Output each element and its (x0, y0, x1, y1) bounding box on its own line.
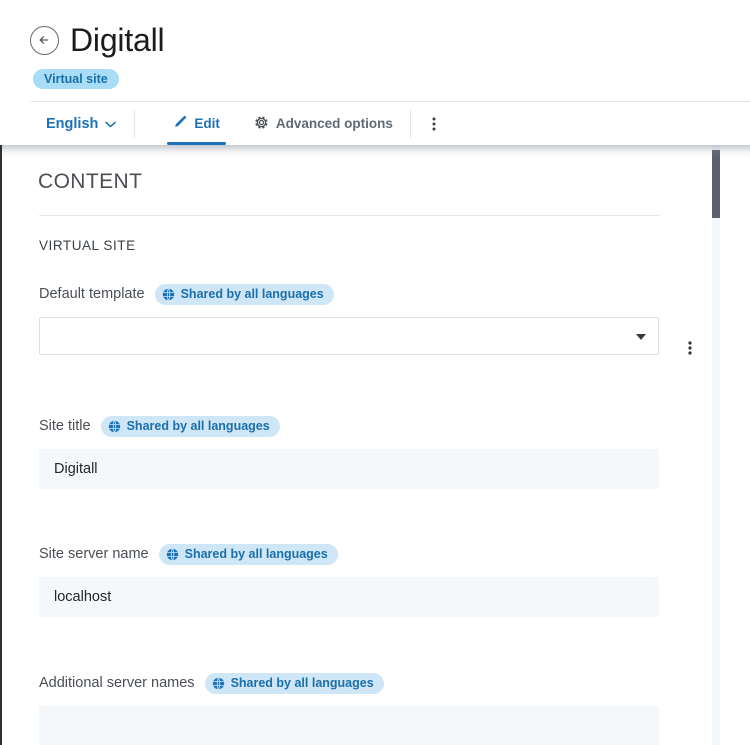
section-divider (39, 215, 660, 216)
content-scroll-area: CONTENT VIRTUAL SITE Default template Sh (2, 145, 708, 745)
shared-chip-label: Shared by all languages (127, 419, 270, 433)
title-row: Digitall (30, 22, 164, 58)
shared-by-all-languages-chip: Shared by all languages (101, 416, 280, 437)
kebab-menu-icon (432, 116, 436, 132)
shared-chip-label: Shared by all languages (231, 676, 374, 690)
default-template-select[interactable] (39, 317, 659, 355)
field-header: Additional server names Shared by all la… (39, 672, 659, 694)
field-label: Site server name (39, 546, 149, 562)
field-header: Default template Shared by all languages (39, 283, 659, 305)
arrow-left-circle-icon (37, 32, 53, 48)
toolbar-overflow-button[interactable] (411, 102, 457, 145)
default-template-overflow-button[interactable] (679, 335, 701, 361)
globe-icon (212, 677, 225, 690)
page-title: Digitall (70, 22, 164, 58)
tab-edit[interactable]: Edit (156, 102, 237, 145)
field-label: Site title (39, 418, 91, 434)
group-label: VIRTUAL SITE (39, 238, 136, 253)
language-selector[interactable]: English (0, 102, 134, 145)
caret-down-icon (636, 334, 646, 340)
tab-advanced-options-label: Advanced options (276, 116, 393, 131)
section-title: CONTENT (38, 170, 142, 194)
field-label: Default template (39, 286, 145, 302)
globe-icon (108, 420, 121, 433)
tab-bar: Edit Advanced options (135, 102, 410, 145)
content-area: CONTENT VIRTUAL SITE Default template Sh (0, 145, 750, 745)
status-badge: Virtual site (33, 69, 119, 89)
globe-icon (162, 288, 175, 301)
site-title-input[interactable]: Digitall (39, 449, 659, 489)
tab-edit-label: Edit (194, 116, 220, 131)
site-server-name-input[interactable]: localhost (39, 577, 659, 617)
language-label: English (46, 116, 98, 132)
field-default-template: Default template Shared by all languages (39, 283, 659, 355)
field-site-server-name: Site server name Shared by all languages… (39, 543, 659, 617)
globe-icon (166, 548, 179, 561)
shared-chip-label: Shared by all languages (185, 547, 328, 561)
field-header: Site server name Shared by all languages (39, 543, 659, 565)
page-header: Digitall Virtual site English (0, 0, 750, 145)
shared-by-all-languages-chip: Shared by all languages (155, 284, 334, 305)
field-label: Additional server names (39, 675, 195, 691)
shared-by-all-languages-chip: Shared by all languages (205, 673, 384, 694)
field-additional-server-names: Additional server names Shared by all la… (39, 672, 659, 745)
vertical-scrollbar[interactable] (712, 145, 720, 745)
field-header: Site title Shared by all languages (39, 415, 659, 437)
scrollbar-thumb[interactable] (712, 150, 720, 218)
toolbar: English Edit (0, 102, 750, 145)
site-server-name-value: localhost (54, 589, 111, 605)
chevron-down-icon (105, 116, 116, 132)
shared-by-all-languages-chip: Shared by all languages (159, 544, 338, 565)
field-site-title: Site title Shared by all languages Digit… (39, 415, 659, 489)
gear-icon (254, 115, 269, 133)
site-title-value: Digitall (54, 461, 98, 477)
additional-server-names-input[interactable] (39, 706, 659, 745)
back-button[interactable] (30, 26, 59, 55)
left-edge-rail (0, 145, 2, 745)
shared-chip-label: Shared by all languages (181, 287, 324, 301)
tab-advanced-options[interactable]: Advanced options (237, 102, 410, 145)
app-root: Digitall Virtual site English (0, 0, 750, 745)
pencil-icon (173, 115, 187, 132)
kebab-menu-icon (688, 340, 692, 356)
